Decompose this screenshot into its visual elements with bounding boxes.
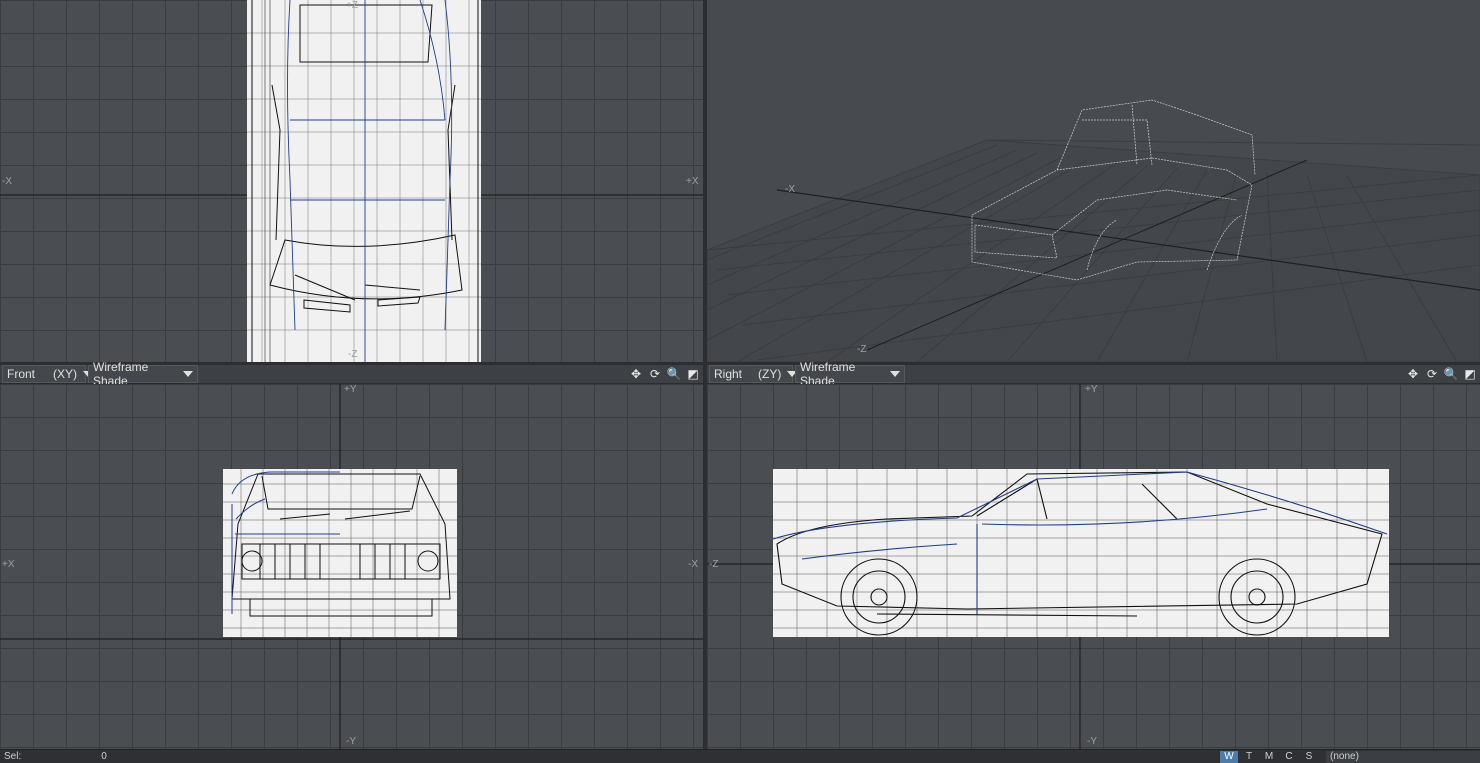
mode-buttons: W T M C S — [1220, 750, 1320, 763]
view-name: Right — [714, 367, 743, 381]
viewport-right[interactable]: +Y -Y -Z — [707, 384, 1480, 749]
layer-select[interactable]: (none) — [1326, 750, 1480, 763]
rotate-icon[interactable]: ⟳ — [647, 366, 663, 382]
view-name: Front — [7, 367, 36, 381]
view-axes: (ZY) — [758, 367, 782, 381]
axis-label-top: +Y — [344, 384, 357, 395]
sel-label: Sel: — [4, 751, 22, 762]
move-icon[interactable]: ✥ — [1405, 366, 1421, 382]
viewport-front[interactable]: +Y -Y +X -X — [0, 384, 703, 749]
mode-button-s[interactable]: S — [1300, 751, 1318, 763]
chevron-down-icon — [890, 371, 900, 377]
axis-label-left: +X — [2, 559, 15, 570]
axis-label-top: +Z — [346, 0, 358, 11]
viewport-header-right: Right (ZY) Wireframe Shade ✥ ⟳ 🔍 ◩ — [707, 360, 1480, 388]
viewport-top[interactable]: +Z -Z -X +X — [0, 0, 703, 362]
viewport-perspective[interactable]: -X -Z — [707, 0, 1480, 362]
sel-count: 0 — [101, 751, 107, 762]
mode-button-c[interactable]: C — [1280, 751, 1298, 763]
view-axes: (XY) — [53, 367, 78, 381]
zoom-icon[interactable]: 🔍 — [666, 366, 682, 382]
axis-label-right: +X — [686, 176, 699, 187]
viewport-header-front: Front (XY) Wireframe Shade ✥ ⟳ 🔍 ◩ — [0, 360, 703, 388]
view-type-select[interactable]: Front (XY) — [2, 365, 94, 383]
mode-button-w[interactable]: W — [1220, 750, 1238, 763]
axis-label-z: -Z — [857, 344, 867, 355]
axis-label-left: -X — [2, 176, 12, 187]
axis-label-bottom: -Y — [1087, 736, 1097, 747]
maximize-icon[interactable]: ◩ — [1462, 366, 1478, 382]
mode-button-m[interactable]: M — [1260, 751, 1278, 763]
right-view-canvas — [707, 384, 1480, 749]
chevron-down-icon — [183, 371, 193, 377]
shade-mode-select[interactable]: Wireframe Shade — [88, 360, 198, 388]
axis-label-left: -Z — [709, 559, 719, 570]
move-icon[interactable]: ✥ — [628, 366, 644, 382]
status-bar: Sel: 0 W T M C S (none) — [0, 749, 1480, 763]
maximize-icon[interactable]: ◩ — [685, 366, 701, 382]
front-view-canvas — [0, 384, 703, 749]
view-type-select[interactable]: Right (ZY) — [709, 365, 798, 383]
axis-label-bottom: -Y — [346, 736, 356, 747]
top-view-canvas — [0, 0, 703, 362]
axis-label-top: +Y — [1085, 384, 1098, 395]
mode-button-t[interactable]: T — [1240, 751, 1258, 763]
shade-mode-select[interactable]: Wireframe Shade — [795, 360, 905, 388]
rotate-icon[interactable]: ⟳ — [1424, 366, 1440, 382]
zoom-icon[interactable]: 🔍 — [1443, 366, 1459, 382]
axis-label-bottom: -Z — [348, 349, 358, 360]
axis-label-x: -X — [785, 184, 795, 195]
axis-label-right: -X — [688, 559, 698, 570]
perspective-canvas — [707, 99, 1480, 362]
layer-select-value: (none) — [1330, 751, 1359, 762]
